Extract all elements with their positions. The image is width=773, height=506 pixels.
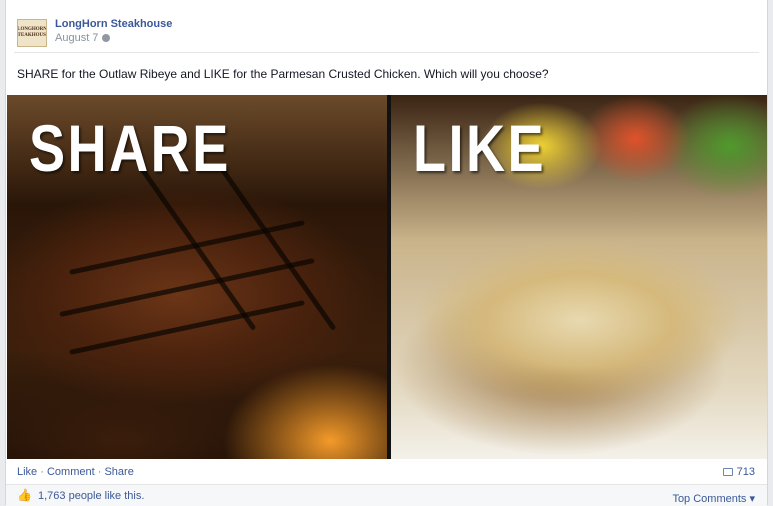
post-photo[interactable]: SHARE LIKE bbox=[7, 95, 767, 459]
post-footer: 👍 1,763 people like this. Top Comments ▾ bbox=[6, 484, 767, 506]
comment-count-value: 713 bbox=[736, 466, 755, 478]
thumbs-up-icon: 👍 bbox=[17, 488, 32, 502]
header-divider bbox=[14, 52, 759, 53]
page-name-link[interactable]: LongHorn Steakhouse bbox=[55, 18, 172, 30]
post-text: SHARE for the Outlaw Ribeye and LIKE for… bbox=[17, 67, 549, 81]
likes-summary-link[interactable]: 1,763 people like this. bbox=[38, 490, 144, 502]
post-card: LONGHORN STEAKHOUSE LongHorn Steakhouse … bbox=[5, 0, 768, 506]
separator: · bbox=[97, 466, 102, 478]
comment-bubble-icon bbox=[722, 468, 733, 476]
post-date-link[interactable]: August 7 bbox=[55, 32, 98, 44]
post-meta: August 7 bbox=[55, 32, 111, 44]
grill-mark bbox=[69, 300, 305, 355]
globe-icon[interactable] bbox=[102, 34, 111, 42]
page-avatar[interactable]: LONGHORN STEAKHOUSE bbox=[17, 19, 47, 47]
share-link[interactable]: Share bbox=[104, 466, 133, 478]
chicken-photo-panel: LIKE bbox=[391, 95, 767, 459]
share-overlay-text: SHARE bbox=[29, 111, 231, 185]
comment-link[interactable]: Comment bbox=[47, 466, 95, 478]
ribeye-photo-panel: SHARE bbox=[7, 95, 387, 459]
separator: · bbox=[40, 466, 44, 478]
top-comments-dropdown[interactable]: Top Comments ▾ bbox=[672, 492, 755, 505]
post-actions: Like · Comment · Share bbox=[17, 466, 134, 478]
comment-count[interactable]: 713 bbox=[722, 466, 755, 478]
like-overlay-text: LIKE bbox=[413, 111, 547, 185]
like-link[interactable]: Like bbox=[17, 466, 37, 478]
